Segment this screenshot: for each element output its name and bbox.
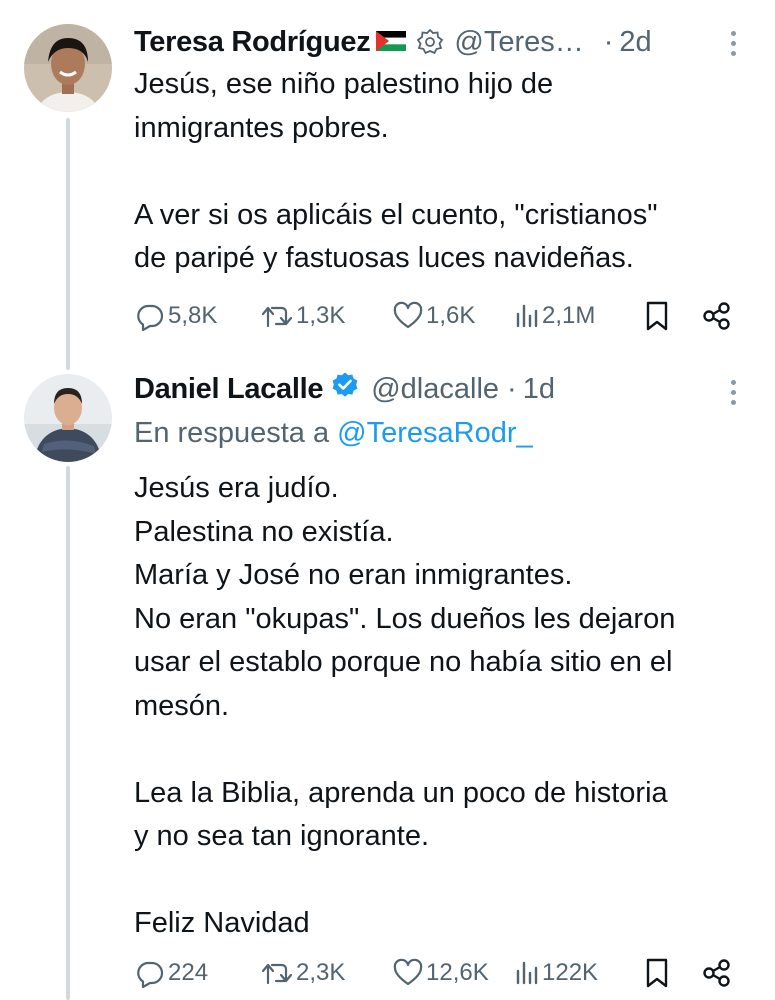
- text-line: Lea la Biblia, aprenda un poco de histor…: [134, 776, 668, 809]
- heart-icon: [393, 301, 423, 329]
- bookmark-button[interactable]: [642, 953, 672, 993]
- like-button[interactable]: 1,6K: [392, 296, 475, 336]
- repost-count: 2,3K: [296, 959, 346, 986]
- avatar[interactable]: [24, 374, 112, 462]
- time-separator: ·: [603, 25, 614, 58]
- more-options-icon[interactable]: [729, 31, 737, 56]
- bookmark-button[interactable]: [642, 296, 672, 336]
- action-bar: 224 2,3K 12,6K 122K: [134, 953, 744, 993]
- timestamp[interactable]: 1d: [523, 373, 555, 406]
- reply-button[interactable]: 5,8K: [134, 296, 217, 336]
- reply-context: En respuesta a @TeresaRodr_: [134, 417, 533, 450]
- avatar[interactable]: [24, 24, 112, 112]
- share-button[interactable]: [700, 296, 734, 336]
- text-line: mesón.: [134, 689, 230, 722]
- text-line: inmigrantes pobres.: [134, 111, 389, 144]
- repost-icon: [261, 306, 293, 328]
- reply-icon: [137, 961, 164, 989]
- author-handle[interactable]: @dlacalle: [371, 373, 499, 406]
- views-button[interactable]: 2,1M: [514, 296, 595, 336]
- text-line: y no sea tan ignorante.: [134, 820, 430, 852]
- author-name[interactable]: Daniel Lacalle: [134, 373, 324, 406]
- tweet-daniel[interactable]: Daniel Lacalle @dlacalle · 1d En respues…: [0, 360, 775, 1000]
- repost-button[interactable]: 1,3K: [260, 296, 345, 336]
- reply-mention-link[interactable]: @TeresaRodr_: [337, 417, 532, 449]
- verified-badge-icon: [331, 371, 359, 407]
- text-line: No eran "okupas". Los dueños les dejaron: [134, 602, 676, 635]
- action-bar: 5,8K 1,3K 1,6K 2,1M: [134, 296, 744, 336]
- views-button[interactable]: 122K: [514, 953, 598, 993]
- text-line: Jesús era judío.: [134, 472, 339, 504]
- like-count: 12,6K: [426, 959, 489, 986]
- palestine-flag-icon: [376, 26, 407, 59]
- tweet-header: Daniel Lacalle @dlacalle · 1d: [134, 369, 745, 409]
- more-options-icon[interactable]: [729, 380, 737, 405]
- author-name[interactable]: Teresa Rodríguez: [134, 26, 371, 59]
- repost-icon: [261, 963, 293, 985]
- views-count: 2,1M: [542, 302, 596, 329]
- bookmark-icon: [646, 301, 668, 331]
- author-handle[interactable]: @Teres…: [454, 26, 583, 59]
- time-separator: ·: [507, 372, 517, 405]
- share-icon: [703, 302, 730, 330]
- tweet-text: Jesús era judío. Palestina no existía. M…: [134, 467, 751, 946]
- text-line: A ver si os aplicáis el cuento, "cristia…: [134, 198, 658, 231]
- views-icon: [516, 304, 538, 328]
- text-line: Palestina no existía.: [134, 515, 394, 548]
- views-count: 122K: [542, 959, 599, 986]
- share-button[interactable]: [700, 953, 734, 993]
- bookmark-icon: [646, 958, 668, 988]
- repost-count: 1,3K: [296, 302, 346, 329]
- tweet-header: Teresa Rodríguez @Teres… · 2d: [134, 22, 745, 62]
- views-icon: [516, 961, 538, 985]
- timestamp[interactable]: 2d: [619, 26, 651, 59]
- like-button[interactable]: 12,6K: [392, 953, 489, 993]
- repost-button[interactable]: 2,3K: [260, 953, 345, 993]
- heart-icon: [393, 958, 423, 986]
- share-icon: [703, 959, 730, 987]
- text-line: usar el establo porque no había sitio en…: [134, 646, 673, 678]
- reply-icon: [137, 304, 164, 332]
- text-line: Feliz Navidad: [134, 907, 310, 939]
- reply-count: 224: [168, 959, 209, 986]
- reply-count: 5,8K: [168, 302, 218, 329]
- reply-button[interactable]: 224: [134, 953, 208, 993]
- text-line: María y José no eran inmigrantes.: [134, 559, 573, 591]
- text-line: de paripé y fastuosas luces navideñas.: [134, 242, 634, 274]
- tweet-teresa[interactable]: Teresa Rodríguez @Teres… · 2d Jesús, ese…: [0, 0, 775, 360]
- gear-badge-icon: [416, 28, 444, 56]
- like-count: 1,6K: [426, 302, 476, 329]
- tweet-text: Jesús, ese niño palestino hijo de inmigr…: [134, 63, 751, 281]
- reply-prefix: En respuesta a: [134, 417, 330, 449]
- text-line: Jesús, ese niño palestino hijo de: [134, 68, 554, 100]
